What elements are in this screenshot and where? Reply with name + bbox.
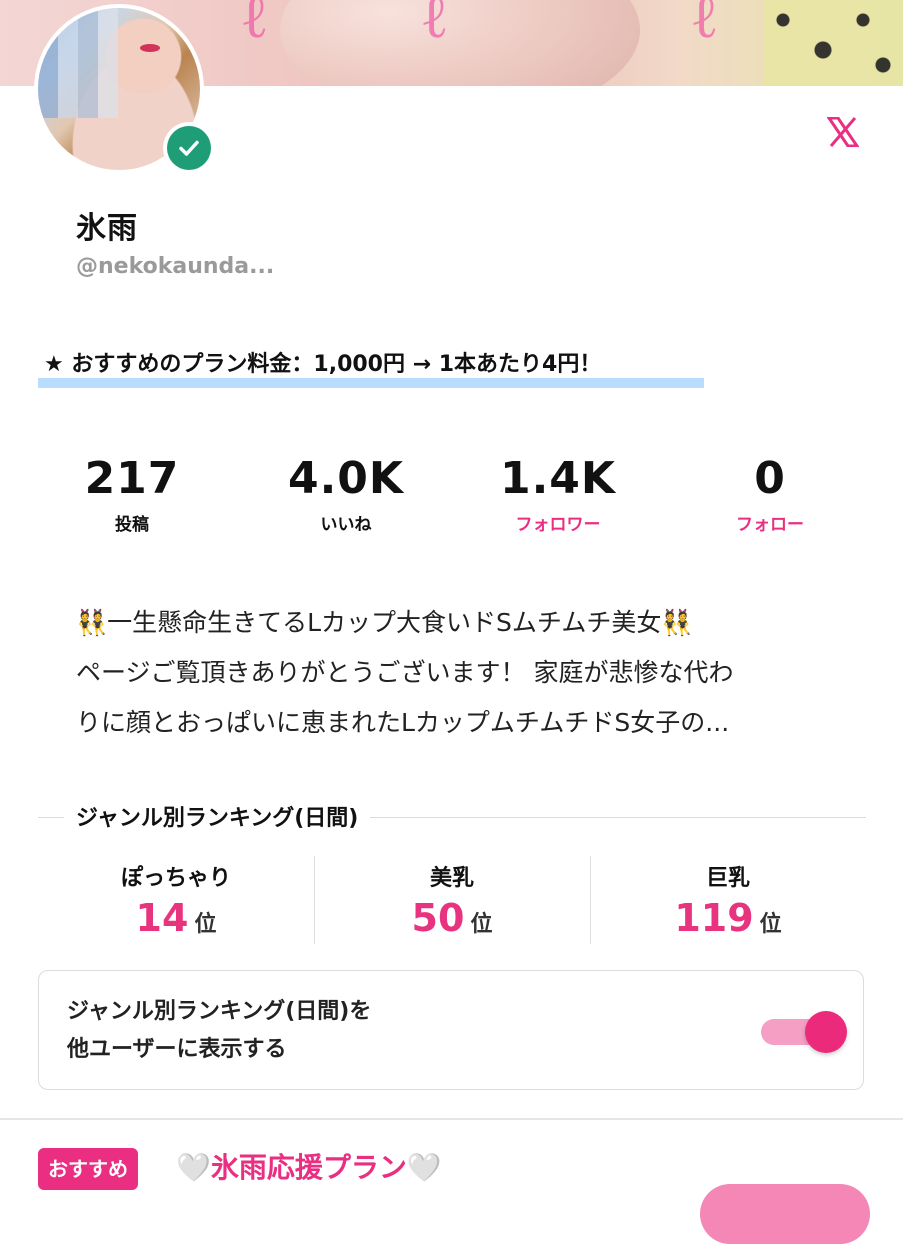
plan-price-note: ★ おすすめのプラン料金：1,000円 → 1本あたり4円！	[38, 344, 704, 388]
stat-label[interactable]: フォロー	[680, 510, 860, 535]
x-logo-icon[interactable]	[826, 115, 860, 149]
profile-bio[interactable]: 👯一生懸命生きてるLカップ大食いドSムチムチ美女👯 ページご覧頂きありがとうござ…	[76, 598, 836, 748]
recommended-badge: おすすめ	[38, 1148, 138, 1190]
ranking-header: ジャンル別ランキング(日間)	[38, 800, 866, 834]
star-icon: ★	[44, 352, 64, 377]
banner-photo	[280, 0, 640, 86]
stat-likes: 4.0K いいね	[256, 452, 436, 535]
setting-label: ジャンル別ランキング(日間)を 他ユーザーに表示する	[67, 993, 371, 1069]
ranking-item: ぽっちゃり 14 位	[38, 856, 314, 946]
ranking-unit: 位	[759, 912, 782, 937]
banner-decoration: ℓ	[420, 0, 449, 52]
stat-value: 4.0K	[287, 453, 405, 504]
avatar-mosaic	[38, 8, 118, 118]
setting-label-line: 他ユーザーに表示する	[67, 1037, 287, 1062]
stat-followers[interactable]: 1.4K フォロワー	[468, 452, 648, 535]
section-divider	[0, 1118, 903, 1120]
banner-pattern	[763, 0, 903, 86]
stat-label[interactable]: フォロワー	[468, 510, 648, 535]
ranking-category: 巨乳	[705, 866, 750, 891]
white-heart-icon: 🤍	[176, 1151, 211, 1184]
join-plan-button[interactable]	[700, 1184, 870, 1244]
profile-handle: @nekokaunda...	[76, 254, 275, 279]
plan-name: 氷雨応援プラン	[210, 1151, 407, 1184]
check-badge-icon	[167, 126, 211, 170]
avatar-detail	[140, 44, 160, 52]
bio-line: 👯一生懸命生きてるLカップ大食いドSムチムチ美女👯	[76, 608, 693, 637]
plan-price-label: おすすめのプラン料金：1,000円 → 1本あたり4円！	[71, 352, 602, 377]
ranking-number: 14	[135, 896, 189, 940]
visibility-toggle[interactable]	[761, 1011, 847, 1053]
ranking-item: 巨乳 119 位	[590, 856, 866, 946]
ranking-unit: 位	[194, 912, 217, 937]
stat-label: 投稿	[115, 515, 149, 535]
white-heart-icon: 🤍	[406, 1151, 442, 1184]
bio-line: りに顔とおっぱいに恵まれたLカップムチムチドS女子の...	[76, 708, 730, 737]
ranking-category: ぽっちゃり	[120, 866, 231, 891]
stats-row: 217 投稿 4.0K いいね 1.4K フォロワー 0 フォロー	[0, 452, 903, 552]
profile-name: 氷雨	[76, 211, 138, 246]
stat-value: 0	[754, 453, 786, 504]
plan-price-text: ★ おすすめのプラン料金：1,000円 → 1本あたり4円！	[44, 346, 601, 378]
toggle-knob	[805, 1011, 847, 1053]
highlight-underline	[38, 378, 704, 388]
ranking-category: 美乳	[429, 866, 474, 891]
ranking-item: 美乳 50 位	[314, 856, 590, 946]
ranking-visibility-setting: ジャンル別ランキング(日間)を 他ユーザーに表示する	[38, 970, 864, 1090]
stat-following[interactable]: 0 フォロー	[680, 452, 860, 535]
stat-posts: 217 投稿	[42, 452, 222, 535]
stat-label: いいね	[320, 515, 372, 535]
verified-badge	[163, 122, 215, 174]
bio-line: ページご覧頂きありがとうございます！ 家庭が悲惨な代わ	[76, 658, 734, 687]
setting-label-line: ジャンル別ランキング(日間)を	[67, 999, 372, 1024]
banner-decoration: ℓ	[240, 0, 269, 52]
ranking-unit: 位	[470, 912, 493, 937]
ranking-number: 119	[674, 896, 754, 940]
ranking-title: ジャンル別ランキング(日間)	[64, 800, 371, 832]
ranking-number: 50	[411, 896, 465, 940]
stat-value: 1.4K	[499, 453, 617, 504]
stat-value: 217	[84, 453, 180, 504]
banner-decoration: ℓ	[690, 0, 719, 52]
ranking-list: ぽっちゃり 14 位 美乳 50 位 巨乳 119 位	[38, 856, 866, 946]
plan-title[interactable]: 🤍氷雨応援プラン🤍	[176, 1146, 442, 1186]
